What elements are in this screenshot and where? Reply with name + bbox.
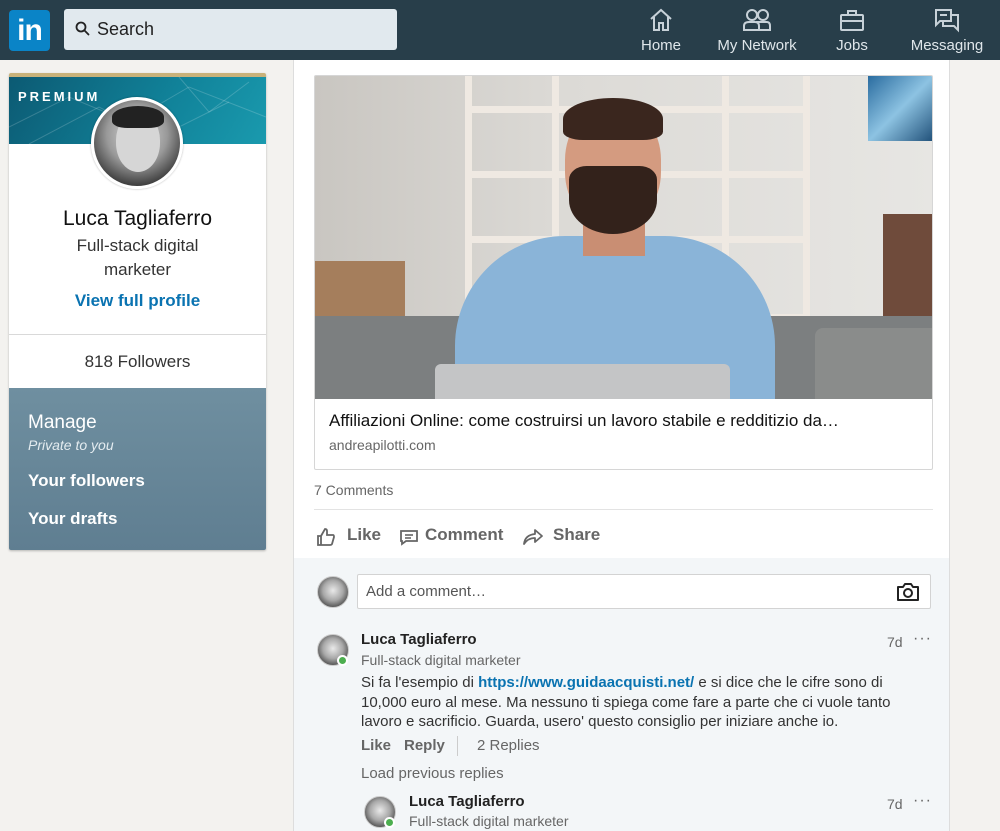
camera-icon[interactable] <box>896 581 920 603</box>
comment-reply-button[interactable]: Reply <box>404 737 445 754</box>
divider <box>457 736 458 756</box>
your-followers-link[interactable]: Your followers <box>28 471 145 491</box>
add-comment-input[interactable]: Add a comment… <box>357 574 931 609</box>
image-person-hair <box>563 98 663 140</box>
like-button[interactable]: Like <box>316 525 386 549</box>
network-icon <box>743 9 771 31</box>
image-person-beard <box>569 166 657 234</box>
comment-link[interactable]: https://www.guidaacquisti.net/ <box>478 674 694 691</box>
comments-count[interactable]: 7 Comments <box>314 482 393 498</box>
comment-author-name[interactable]: Luca Tagliaferro <box>361 631 477 648</box>
online-status-indicator <box>384 817 395 828</box>
comment-author-headline: Full-stack digital marketer <box>361 652 521 668</box>
comments-section: Add a comment… Luca Tagliaferro Full-sta… <box>294 558 949 831</box>
nav-jobs[interactable]: Jobs <box>830 6 874 56</box>
reply-author-headline: Full-stack digital marketer <box>409 813 569 829</box>
article-card[interactable]: Affiliazioni Online: come costruirsi un … <box>314 75 933 470</box>
article-image <box>315 76 932 399</box>
like-label: Like <box>347 525 382 544</box>
linkedin-logo-icon[interactable]: in <box>9 10 50 51</box>
nav-home-label: Home <box>640 37 681 54</box>
reply-author-name[interactable]: Luca Tagliaferro <box>409 793 525 810</box>
load-previous-replies[interactable]: Load previous replies <box>361 765 504 782</box>
nav-messaging[interactable]: Messaging <box>906 6 988 56</box>
image-table <box>315 261 405 321</box>
profile-avatar[interactable] <box>91 97 183 189</box>
comment-icon <box>400 530 418 546</box>
share-button[interactable]: Share <box>522 525 612 549</box>
image-laptop <box>435 364 730 399</box>
thumbs-up-icon <box>317 528 335 546</box>
nav-my-network-label: My Network <box>717 37 797 54</box>
comment-like-button[interactable]: Like <box>361 737 391 754</box>
comment-timestamp: 7d <box>887 634 903 650</box>
search-input[interactable]: Search <box>64 9 397 50</box>
nav-home[interactable]: Home <box>637 6 685 56</box>
profile-card: PREMIUM Luca Tagliaferro Full-stack digi… <box>9 73 266 550</box>
more-options-icon[interactable]: ··· <box>913 792 932 810</box>
feed-post: Affiliazioni Online: come costruirsi un … <box>293 60 950 831</box>
divider <box>314 509 933 510</box>
online-status-indicator <box>337 655 348 666</box>
divider <box>9 334 266 335</box>
search-placeholder: Search <box>97 19 155 39</box>
share-icon <box>523 529 543 545</box>
article-source: andreapilotti.com <box>329 437 436 453</box>
home-icon <box>650 8 672 31</box>
manage-subtitle: Private to you <box>28 437 114 453</box>
briefcase-icon <box>840 10 864 31</box>
top-nav: in Search Home My Network Jobs Messaging <box>0 0 1000 60</box>
comment-text-start: Si fa l'esempio di <box>361 674 479 691</box>
image-cushion <box>815 328 932 399</box>
reply-timestamp: 7d <box>887 796 903 812</box>
image-painting <box>868 76 932 141</box>
article-title[interactable]: Affiliazioni Online: come costruirsi un … <box>329 411 919 431</box>
current-user-avatar <box>317 576 349 608</box>
manage-title: Manage <box>28 412 97 433</box>
comment-text: Si fa l'esempio di https://www.guidaacqu… <box>361 673 906 732</box>
profile-name[interactable]: Luca Tagliaferro <box>9 207 266 231</box>
share-label: Share <box>553 525 601 544</box>
followers-count[interactable]: 818 Followers <box>9 352 266 372</box>
premium-badge: PREMIUM <box>18 89 101 104</box>
replies-count[interactable]: 2 Replies <box>477 737 540 754</box>
search-icon <box>75 21 90 36</box>
messaging-icon <box>935 9 959 33</box>
comment-button[interactable]: Comment <box>399 525 519 549</box>
manage-panel: Manage Private to you Your followers You… <box>9 388 266 550</box>
your-drafts-link[interactable]: Your drafts <box>28 509 117 529</box>
add-comment-placeholder: Add a comment… <box>366 583 487 600</box>
nav-my-network[interactable]: My Network <box>711 6 803 56</box>
view-full-profile-link[interactable]: View full profile <box>9 291 266 311</box>
more-options-icon[interactable]: ··· <box>913 630 932 648</box>
profile-headline: Full-stack digital marketer <box>76 236 199 279</box>
comment-label: Comment <box>425 525 504 544</box>
nav-jobs-label: Jobs <box>836 37 868 54</box>
avatar-hair <box>112 106 164 128</box>
nav-messaging-label: Messaging <box>910 37 984 54</box>
